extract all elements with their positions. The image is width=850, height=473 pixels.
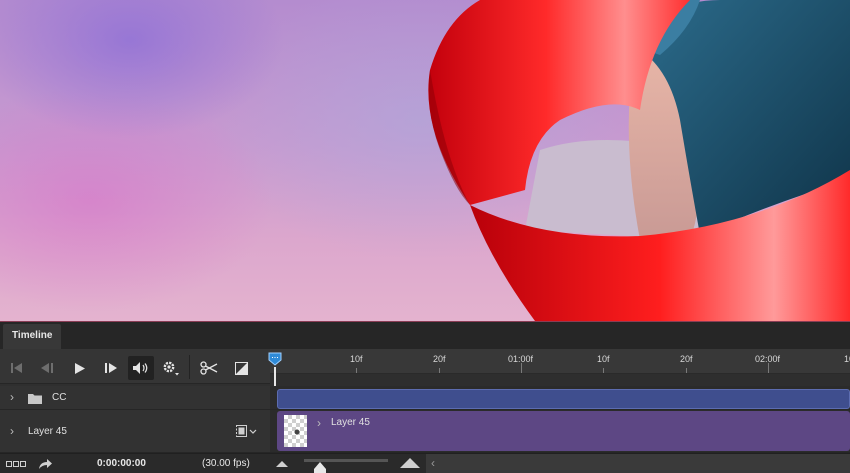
transition-icon — [234, 361, 248, 375]
scroll-left-arrow-icon[interactable]: ‹ — [431, 456, 435, 470]
expand-chevron-icon[interactable]: › — [10, 390, 14, 404]
timeline-panel: Timeline 10f 20f 01:00f 10f 20f 02:00f 1… — [0, 321, 850, 473]
ruler-label: 20f — [433, 354, 446, 364]
audio-toggle-button[interactable] — [128, 356, 154, 380]
ruler-tick — [686, 368, 687, 373]
previous-frame-icon — [41, 363, 53, 373]
current-timecode[interactable]: 0:00:00:00 — [97, 458, 146, 469]
zoom-out-mountain-icon[interactable] — [276, 461, 288, 467]
ruler-tick — [768, 363, 769, 373]
toolbar-separator — [189, 355, 190, 379]
frame-rate-label: (30.00 fps) — [202, 458, 250, 469]
ruler-label: 10f — [844, 354, 850, 364]
zoom-slider-thumb[interactable] — [313, 462, 326, 473]
expand-chevron-icon[interactable]: › — [10, 424, 14, 438]
transition-button[interactable] — [228, 356, 254, 380]
ruler-tick — [603, 368, 604, 373]
previous-frame-button[interactable] — [34, 356, 60, 380]
document-canvas[interactable] — [0, 0, 850, 321]
gear-icon — [163, 361, 179, 376]
track-header-cc[interactable]: › CC — [0, 386, 270, 410]
zoom-in-mountain-icon[interactable] — [400, 458, 420, 468]
ruler-tick — [521, 363, 522, 373]
ruler-tick — [439, 368, 440, 373]
transport-controls — [0, 349, 270, 384]
split-at-playhead-button[interactable] — [196, 356, 222, 380]
ruler-label: 20f — [680, 354, 693, 364]
clip-expand-chevron-icon[interactable]: › — [317, 416, 321, 430]
time-ruler[interactable]: 10f 20f 01:00f 10f 20f 02:00f 10f — [270, 349, 850, 374]
tab-timeline[interactable]: Timeline — [3, 324, 62, 349]
next-frame-icon — [105, 363, 117, 373]
next-frame-button[interactable] — [98, 356, 124, 380]
group-clip-cc[interactable] — [277, 389, 850, 409]
convert-to-frame-animation-icon[interactable] — [6, 461, 26, 467]
thumbnail-image — [294, 429, 300, 435]
skip-to-first-frame-button[interactable] — [4, 356, 30, 380]
timeline-status-bar: 0:00:00:00 (30.00 fps) ‹ — [0, 453, 850, 473]
folder-icon — [28, 394, 42, 404]
ruler-label: 10f — [597, 354, 610, 364]
playhead-handle[interactable] — [268, 352, 282, 366]
play-button[interactable] — [67, 356, 93, 380]
clip-label: Layer 45 — [331, 417, 370, 428]
settings-button[interactable] — [158, 356, 184, 380]
render-video-icon[interactable] — [38, 458, 53, 470]
track-header-layer-45[interactable]: › Layer 45 — [0, 410, 270, 453]
work-area-bar[interactable] — [270, 374, 850, 386]
panel-tab-bar: Timeline — [0, 322, 850, 349]
filmstrip-dropdown-icon[interactable] — [236, 425, 258, 437]
ruler-label: 10f — [350, 354, 363, 364]
canvas-artwork — [428, 0, 850, 321]
timeline-scrollbar[interactable]: ‹ — [426, 454, 850, 473]
speaker-icon — [133, 362, 148, 374]
video-clip-layer-45[interactable]: › Layer 45 — [277, 411, 850, 451]
clip-thumbnail — [284, 415, 307, 447]
play-icon — [75, 362, 85, 374]
playhead-line — [274, 367, 276, 387]
track-name: CC — [52, 392, 67, 403]
ruler-tick — [356, 368, 357, 373]
scissors-icon — [200, 361, 218, 375]
skip-to-first-frame-icon — [11, 363, 22, 373]
track-name: Layer 45 — [28, 426, 67, 437]
